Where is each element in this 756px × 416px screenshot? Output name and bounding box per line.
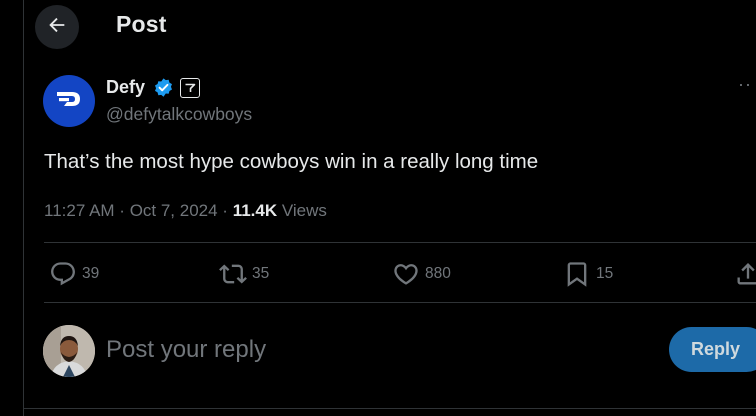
reply-button[interactable]: Reply [669,327,756,372]
share-action[interactable] [734,259,756,289]
repost-icon [219,260,247,288]
arrow-left-icon [46,14,68,41]
author-avatar[interactable] [43,75,95,127]
meta-separator: · [114,201,130,220]
repost-action[interactable]: 35 [219,259,269,289]
column-border [23,0,24,416]
like-action[interactable]: 880 [392,259,451,289]
more-horizontal-icon[interactable]: ·· [738,74,752,95]
reply-count: 39 [82,265,100,282]
defy-logo-icon [54,89,84,114]
repost-count: 35 [252,265,270,282]
meta-separator: · [217,201,233,220]
post-meta: 11:27 AM · Oct 7, 2024 · 11.4K Views [44,201,327,221]
views-label: Views [277,201,327,220]
page-title: Post [116,11,167,37]
post-time[interactable]: 11:27 AM [44,201,115,220]
author-handle[interactable]: @defytalkcowboys [106,104,252,125]
reply-action[interactable]: 39 [49,259,99,289]
post-date[interactable]: Oct 7, 2024 [130,201,218,220]
views-count: 11.4K [232,201,278,220]
divider [44,302,756,303]
divider [44,242,756,243]
post-text: That’s the most hype cowboys win in a re… [44,150,539,173]
affiliate-badge-icon[interactable] [180,78,200,98]
back-button[interactable] [35,5,79,49]
like-count: 880 [425,265,451,282]
user-avatar[interactable] [43,325,95,377]
post-page: Post Defy @defytalkcowboys ·· That’s the… [0,0,756,416]
author-name[interactable]: Defy [106,77,145,98]
verified-badge-icon [153,77,174,98]
heart-icon [392,260,420,288]
bookmark-action[interactable]: 15 [563,259,613,289]
reply-icon [49,260,77,288]
share-icon [734,260,756,288]
bookmark-count: 15 [596,265,614,282]
bookmark-icon [563,260,591,288]
reply-input[interactable] [106,330,646,370]
divider [23,408,756,409]
